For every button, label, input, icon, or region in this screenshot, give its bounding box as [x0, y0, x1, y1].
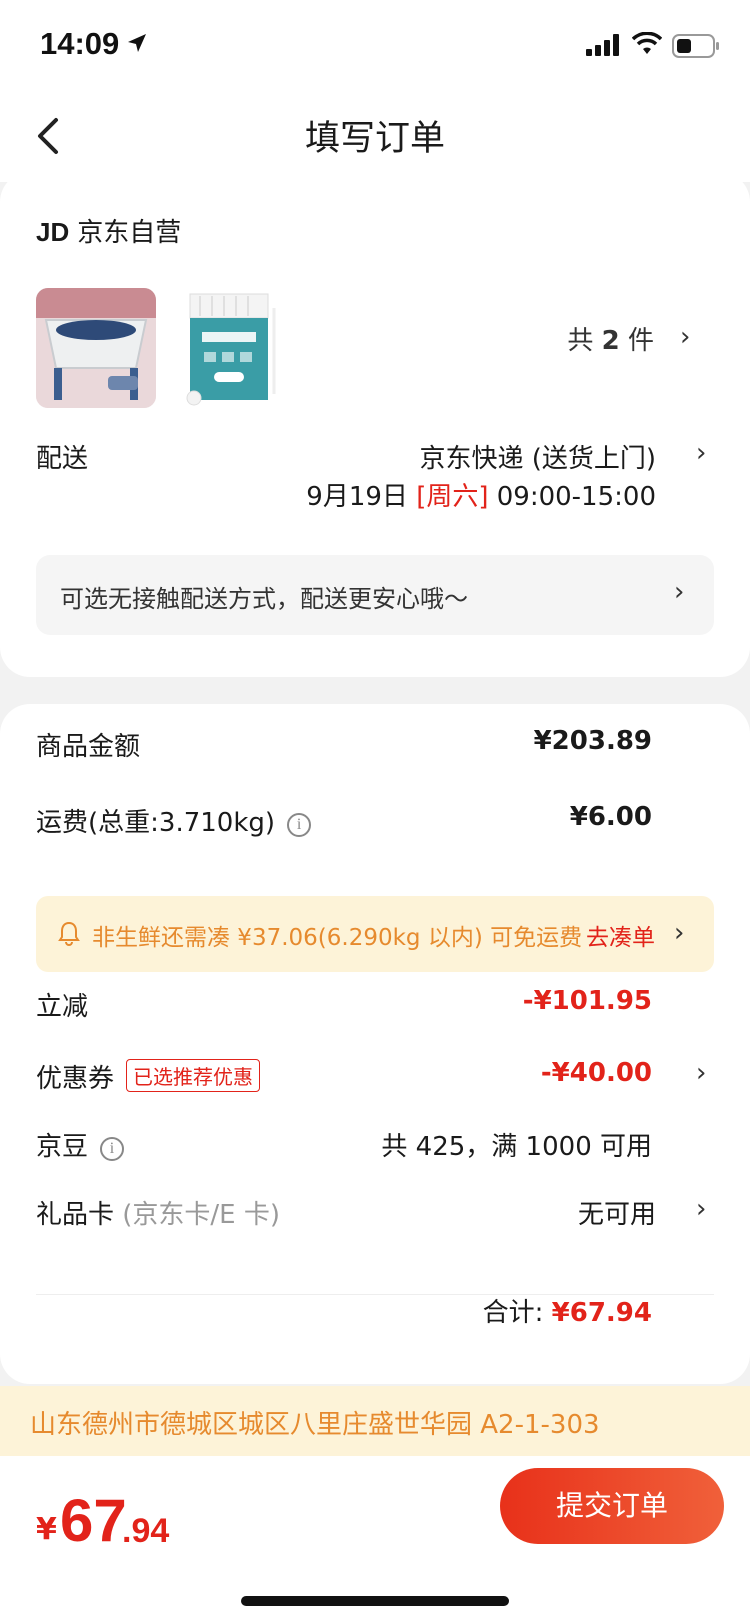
coupon-recommended-tag: 已选推荐优惠 [126, 1059, 261, 1092]
delivery-chevron-right-icon[interactable]: › [696, 438, 706, 468]
items-count-number: 2 [601, 326, 620, 356]
items-count-suffix: 件 [627, 326, 654, 356]
free-shipping-tip-text: 非生鲜还需凑 ¥37.06(6.290kg 以内) 可免运费 [92, 925, 583, 951]
wifi-icon [632, 32, 662, 54]
discount-value: -¥101.95 [522, 986, 652, 1016]
status-bar: 14:09 [0, 0, 750, 92]
discount-label: 立减 [36, 992, 89, 1022]
add-items-link[interactable]: 去凑单 [586, 918, 655, 952]
tip-chevron-right-icon: › [674, 918, 685, 948]
items-count[interactable]: 共 2 件 [567, 320, 654, 357]
shipping-info-icon[interactable]: i [287, 813, 312, 837]
shipping-label: 运费(总重:3.710kg) [36, 808, 276, 838]
product-image-cotton-swabs[interactable] [170, 288, 290, 408]
cellular-signal-icon [586, 34, 619, 56]
gift-card-row[interactable]: 礼品卡 (京东卡/E 卡) [36, 1194, 280, 1231]
gift-card-label: 礼品卡 [36, 1200, 115, 1230]
delivery-time: 9月19日 [周六] 09:00-15:00 [306, 476, 656, 513]
contactless-text: 可选无接触配送方式，配送更安心哦～ [60, 585, 468, 613]
bell-icon [58, 921, 80, 946]
location-arrow-icon [128, 34, 146, 52]
gift-card-sub-label: (京东卡/E 卡) [122, 1200, 281, 1230]
checkout-bar: ¥ 67 .94 提交订单 [0, 1456, 750, 1624]
contactless-chevron-right-icon: › [674, 577, 685, 607]
total-label: 合计: [482, 1298, 544, 1328]
battery-icon [672, 34, 719, 58]
shipping-row: 运费(总重:3.710kg) i [36, 802, 312, 839]
delivery-method[interactable]: 京东快递 (送货上门) [419, 438, 656, 475]
nav-bar: 填写订单 [0, 92, 750, 182]
order-items-card: JD 京东自营 共 2 件 › 配送 京东快递 (送货上门) › 9月19日 [… [0, 172, 750, 677]
shop-header: JD 京东自营 [36, 212, 181, 249]
coupon-chevron-right-icon[interactable]: › [696, 1058, 706, 1088]
coupon-value[interactable]: -¥40.00 [541, 1058, 652, 1088]
jd-beans-row: 京豆 i [36, 1126, 125, 1163]
delivery-label: 配送 [36, 444, 89, 474]
goods-amount-value: ¥203.89 [533, 726, 652, 756]
address-text: 山东德州市德城区城区八里庄盛世华园 A2-1-303 [30, 1410, 600, 1440]
coupon-row[interactable]: 优惠券 已选推荐优惠 [36, 1058, 261, 1095]
jd-beans-value: 共 425，满 1000 可用 [381, 1132, 652, 1162]
goods-amount-label: 商品金额 [36, 732, 141, 762]
items-count-prefix: 共 [567, 326, 594, 356]
product-image-bathtub[interactable] [36, 288, 156, 408]
page-title: 填写订单 [304, 119, 445, 159]
shipping-value: ¥6.00 [569, 802, 652, 832]
coupon-label: 优惠券 [36, 1064, 115, 1094]
gift-card-chevron-right-icon[interactable]: › [696, 1194, 706, 1224]
submit-order-button[interactable]: 提交订单 [500, 1468, 724, 1544]
jd-beans-label: 京豆 [36, 1132, 89, 1162]
items-chevron-right-icon[interactable]: › [680, 322, 690, 352]
shop-name: 京东自营 [77, 218, 182, 248]
price-integer: 67 [60, 1487, 127, 1554]
status-time: 14:09 [40, 26, 120, 61]
total-row: 合计: ¥67.94 [483, 1292, 652, 1329]
gift-card-value[interactable]: 无可用 [578, 1194, 656, 1231]
price-summary-card: 商品金额 ¥203.89 运费(总重:3.710kg) i ¥6.00 非生鲜还需… [0, 704, 750, 1384]
delivery-weekday: [周六] [416, 482, 489, 512]
jd-beans-info-icon[interactable]: i [100, 1137, 125, 1161]
jd-logo: JD [36, 217, 70, 247]
delivery-date: 9月19日 [306, 482, 408, 512]
contactless-delivery-option[interactable]: 可选无接触配送方式，配送更安心哦～ › [36, 555, 714, 635]
total-value: ¥67.94 [551, 1298, 652, 1328]
home-indicator[interactable] [241, 1596, 509, 1606]
free-shipping-tip[interactable]: 非生鲜还需凑 ¥37.06(6.290kg 以内) 可免运费 去凑单 › [36, 896, 714, 972]
address-bar[interactable]: 山东德州市德城区城区八里庄盛世华园 A2-1-303 [0, 1386, 750, 1456]
price-decimal: .94 [122, 1512, 170, 1550]
price-currency: ¥ [36, 1512, 57, 1547]
delivery-time-range: 09:00-15:00 [496, 482, 656, 512]
